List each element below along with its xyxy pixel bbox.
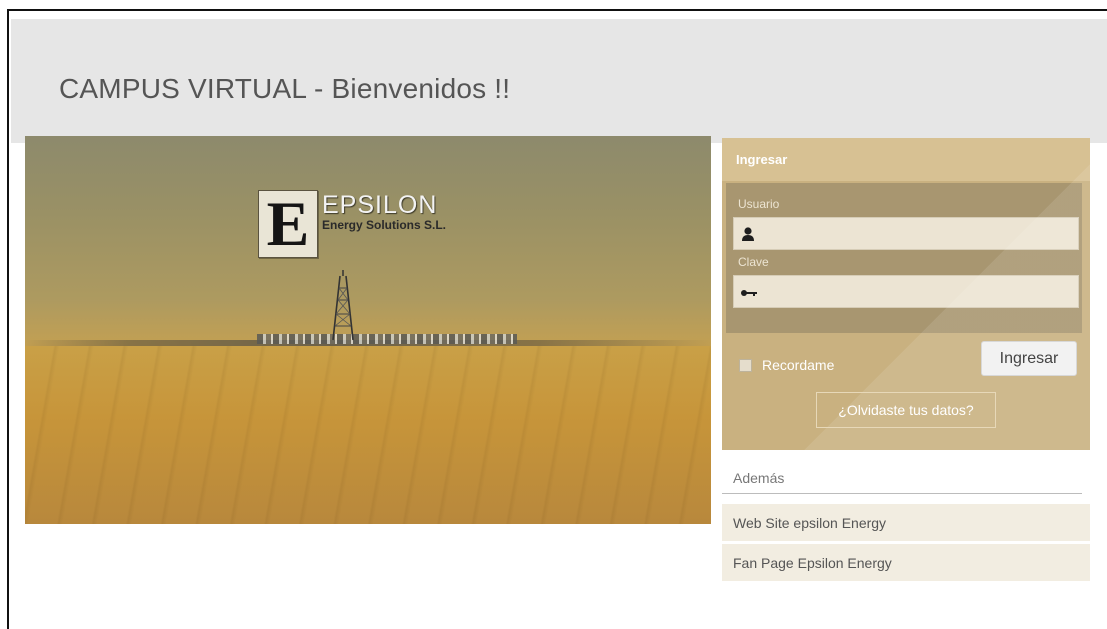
drilling-rig-icon	[332, 270, 354, 341]
drilling-camp	[257, 334, 517, 344]
user-icon	[742, 227, 754, 241]
remember-checkbox[interactable]	[739, 358, 752, 372]
login-button[interactable]: Ingresar	[981, 341, 1077, 376]
logo-subtitle: Energy Solutions S.L.	[322, 218, 447, 232]
password-input[interactable]	[733, 275, 1079, 308]
key-icon	[741, 290, 757, 296]
page-title: CAMPUS VIRTUAL - Bienvenidos !!	[59, 73, 511, 104]
logo-letter: E	[266, 188, 310, 259]
page-header: CAMPUS VIRTUAL - Bienvenidos !!	[11, 19, 1107, 143]
login-panel: Ingresar Usuario Clave Recordame Ingresa…	[722, 138, 1090, 450]
login-fields: Usuario Clave	[726, 183, 1082, 333]
extras-heading: Además	[722, 470, 1082, 494]
remember-label: Recordame	[762, 357, 835, 373]
login-title: Ingresar	[722, 138, 1090, 181]
logo-name: EPSILON	[322, 191, 438, 219]
company-logo: E EPSILON Energy Solutions S.L.	[258, 190, 446, 258]
hero-image: E EPSILON Energy Solutions S.L.	[25, 136, 711, 524]
link-website[interactable]: Web Site epsilon Energy	[722, 504, 1090, 541]
desert-sand	[25, 346, 711, 524]
remember-me[interactable]: Recordame	[739, 357, 834, 373]
username-label: Usuario	[738, 197, 780, 211]
logo-mark: E	[258, 190, 318, 258]
password-label: Clave	[738, 255, 769, 269]
forgot-password-button[interactable]: ¿Olvidaste tus datos?	[816, 392, 996, 428]
link-fan-page[interactable]: Fan Page Epsilon Energy	[722, 544, 1090, 581]
username-input[interactable]	[733, 217, 1079, 250]
